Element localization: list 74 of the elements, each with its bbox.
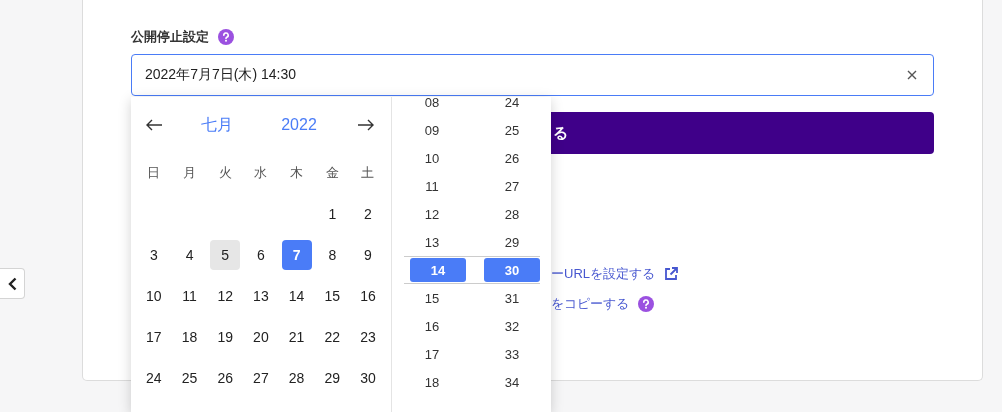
minute-option[interactable]: 32: [484, 314, 540, 338]
calendar-day[interactable]: 14: [281, 280, 312, 311]
calendar-day[interactable]: 28: [281, 362, 312, 393]
minute-option[interactable]: 24: [484, 97, 540, 114]
weekday-label: 月: [183, 164, 197, 182]
weekday-label: 金: [325, 164, 339, 182]
external-link-icon[interactable]: [664, 267, 678, 281]
hour-option[interactable]: 18: [404, 370, 460, 394]
minute-option[interactable]: 25: [484, 118, 540, 142]
hour-option[interactable]: 17: [404, 342, 460, 366]
minute-option[interactable]: 26: [484, 146, 540, 170]
calendar-day[interactable]: 1: [317, 198, 348, 229]
calendar-day[interactable]: 9: [352, 239, 383, 270]
calendar-day[interactable]: 5: [210, 239, 241, 270]
hour-option[interactable]: 11: [404, 174, 460, 198]
weekday-label: 日: [147, 164, 161, 182]
calendar-day[interactable]: 27: [245, 362, 276, 393]
calendar-day[interactable]: 15: [317, 280, 348, 311]
calendar-day[interactable]: 17: [138, 321, 169, 352]
weekday-label: 木: [290, 164, 304, 182]
minute-option[interactable]: 30: [484, 258, 540, 282]
calendar-day[interactable]: 21: [281, 321, 312, 352]
calendar-day[interactable]: 19: [210, 321, 241, 352]
hour-option[interactable]: 15: [404, 286, 460, 310]
calendar-day[interactable]: 25: [174, 362, 205, 393]
calendar-day[interactable]: 24: [138, 362, 169, 393]
hour-option[interactable]: 16: [404, 314, 460, 338]
hour-option[interactable]: 10: [404, 146, 460, 170]
calendar-day[interactable]: 7: [281, 239, 312, 270]
minute-option[interactable]: 31: [484, 286, 540, 310]
minute-option[interactable]: 27: [484, 174, 540, 198]
datetime-field[interactable]: 2022年7月7日(木) 14:30: [131, 54, 934, 96]
calendar-day[interactable]: 10: [138, 280, 169, 311]
calendar-day[interactable]: 18: [174, 321, 205, 352]
hour-option[interactable]: 09: [404, 118, 460, 142]
weekday-label: 水: [254, 164, 268, 182]
calendar-day[interactable]: 12: [210, 280, 241, 311]
calendar-day[interactable]: 20: [245, 321, 276, 352]
hour-option[interactable]: 12: [404, 202, 460, 226]
calendar-day[interactable]: 11: [174, 280, 205, 311]
field-label: 公開停止設定: [131, 28, 209, 46]
calendar-day[interactable]: 6: [245, 239, 276, 270]
month-selector[interactable]: 七月: [177, 114, 257, 136]
weekday-label: 土: [361, 164, 375, 182]
calendar-day[interactable]: 22: [317, 321, 348, 352]
weekday-label: 火: [218, 164, 232, 182]
left-arrow-icon: [145, 119, 163, 131]
hour-option[interactable]: 14: [410, 258, 466, 282]
right-arrow-icon: [357, 119, 375, 131]
minute-option[interactable]: 33: [484, 342, 540, 366]
calendar-day[interactable]: 2: [352, 198, 383, 229]
collapse-button[interactable]: [0, 268, 25, 299]
calendar-day[interactable]: 30: [352, 362, 383, 393]
calendar-day[interactable]: 16: [352, 280, 383, 311]
minute-option[interactable]: 29: [484, 230, 540, 254]
year-selector[interactable]: 2022: [257, 116, 341, 134]
text-link[interactable]: をコピーする: [551, 295, 629, 313]
hour-option[interactable]: 08: [404, 97, 460, 114]
minute-option[interactable]: 28: [484, 202, 540, 226]
chevron-left-icon: [7, 276, 17, 291]
calendar-day[interactable]: 26: [210, 362, 241, 393]
clear-button[interactable]: [907, 70, 917, 80]
minute-option[interactable]: 34: [484, 370, 540, 394]
calendar-day[interactable]: 23: [352, 321, 383, 352]
calendar-day[interactable]: 8: [317, 239, 348, 270]
calendar-day[interactable]: 4: [174, 239, 205, 270]
text-link[interactable]: ーURLを設定する: [551, 265, 655, 283]
calendar-day[interactable]: 29: [317, 362, 348, 393]
hour-option[interactable]: 13: [404, 230, 460, 254]
calendar-day[interactable]: 3: [138, 239, 169, 270]
help-icon[interactable]: [218, 29, 234, 45]
close-icon: [907, 70, 917, 80]
calendar-day[interactable]: 13: [245, 280, 276, 311]
help-icon[interactable]: [638, 296, 654, 312]
